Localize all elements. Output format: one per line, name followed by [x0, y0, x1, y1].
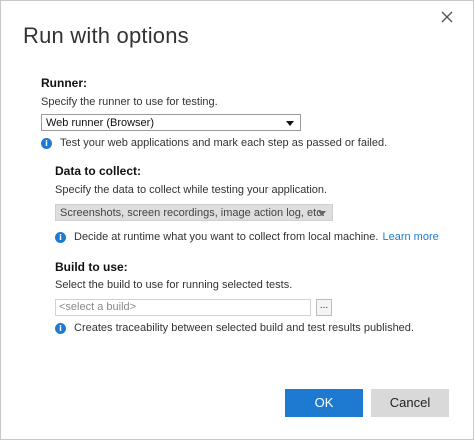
browse-build-button[interactable]: ... [316, 299, 332, 316]
data-to-collect-select[interactable]: Screenshots, screen recordings, image ac… [55, 204, 333, 221]
info-icon: i [41, 137, 52, 149]
info-icon: i [55, 322, 66, 334]
build-info-text: Creates traceability between selected bu… [74, 322, 414, 334]
build-to-use-description: Select the build to use for running sele… [55, 279, 293, 291]
dialog-title: Run with options [23, 23, 189, 48]
runner-label: Runner: [41, 76, 87, 90]
runner-info: i Test your web applications and mark ea… [41, 137, 387, 149]
data-to-collect-description: Specify the data to collect while testin… [55, 184, 328, 196]
learn-more-link[interactable]: Learn more [382, 231, 438, 243]
data-to-collect-info-text: Decide at runtime what you want to colle… [74, 231, 379, 243]
data-to-collect-select-value: Screenshots, screen recordings, image ac… [60, 207, 325, 219]
runner-info-text: Test your web applications and mark each… [60, 137, 388, 149]
close-icon[interactable] [439, 9, 455, 25]
ok-button[interactable]: OK [285, 389, 363, 417]
build-select-input[interactable]: <select a build> [55, 299, 311, 316]
run-with-options-dialog: Run with options Runner: Specify the run… [0, 0, 474, 440]
data-to-collect-label: Data to collect: [55, 164, 142, 178]
chevron-down-icon [318, 211, 326, 216]
runner-description: Specify the runner to use for testing. [41, 96, 218, 108]
build-to-use-label: Build to use: [55, 260, 128, 274]
info-icon: i [55, 231, 66, 243]
runner-select[interactable]: Web runner (Browser) [41, 114, 301, 131]
data-to-collect-info: i Decide at runtime what you want to col… [55, 231, 439, 243]
build-info: i Creates traceability between selected … [55, 322, 414, 334]
chevron-down-icon [286, 121, 294, 126]
runner-select-value: Web runner (Browser) [46, 117, 154, 129]
cancel-button[interactable]: Cancel [371, 389, 449, 417]
